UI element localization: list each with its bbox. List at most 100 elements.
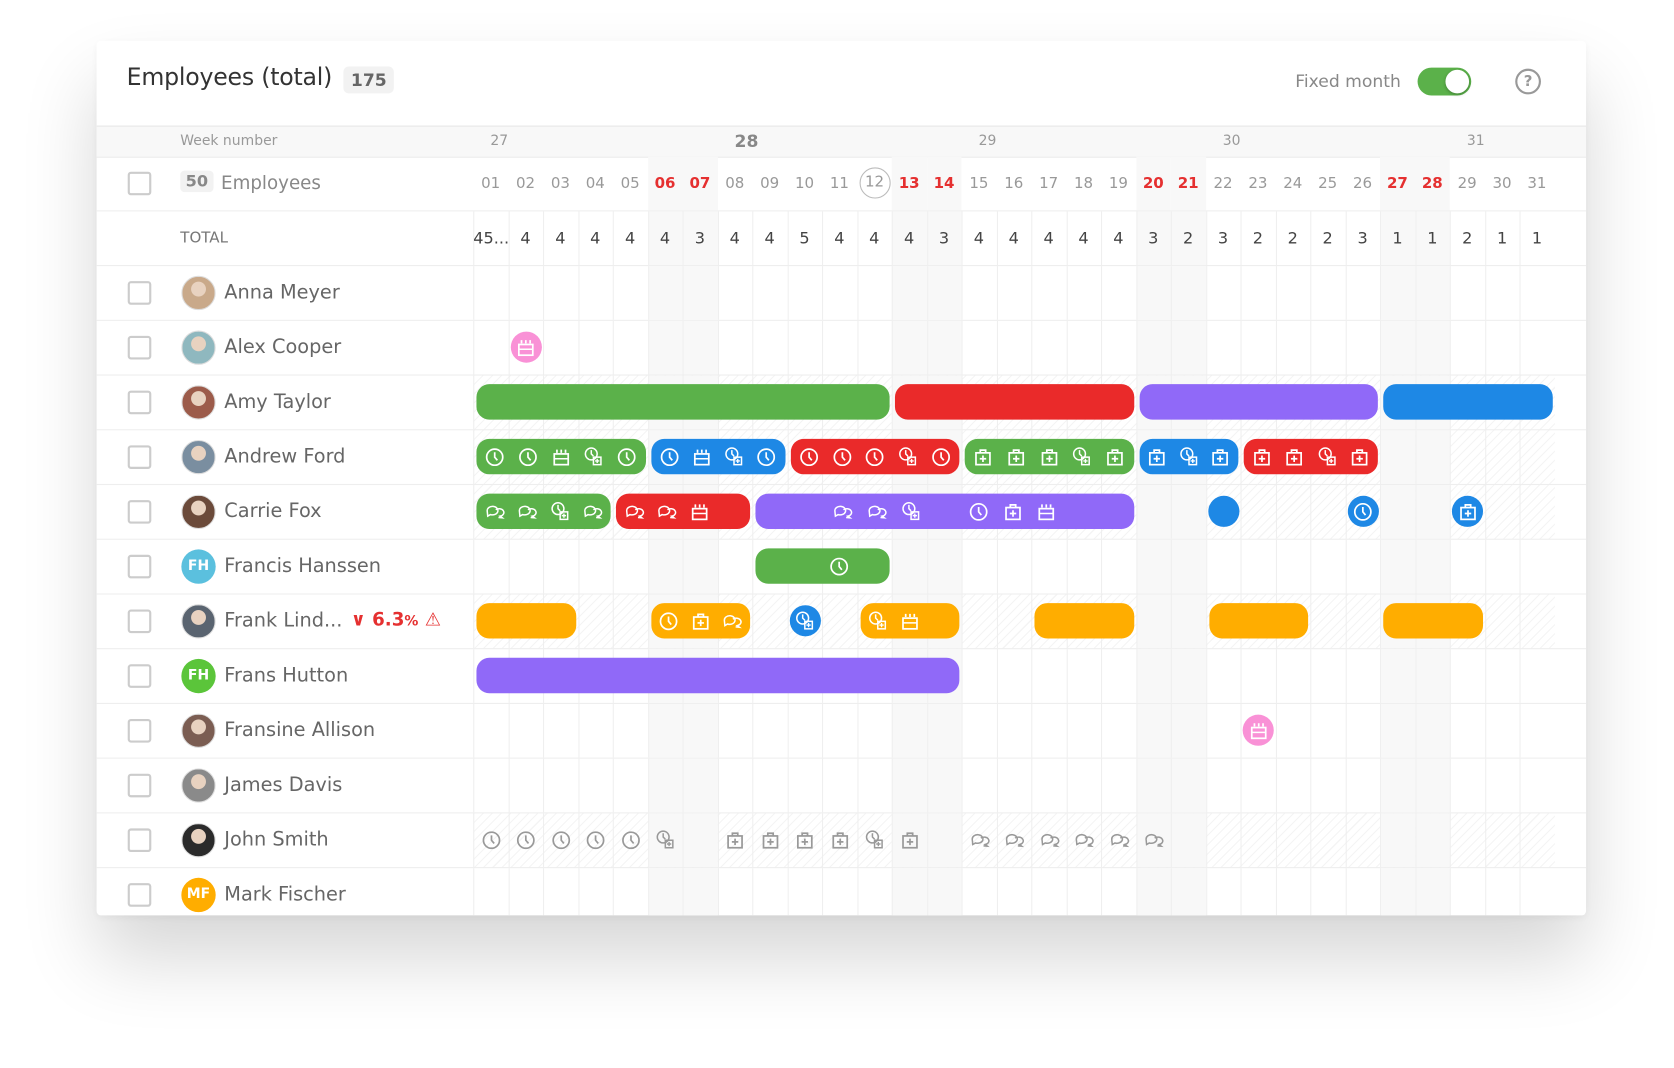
planned-marker[interactable] <box>1138 824 1169 855</box>
employee-name[interactable]: Fransine Allison <box>224 719 375 742</box>
fixed-month-toggle[interactable] <box>1417 67 1472 96</box>
day-number[interactable]: 09 <box>752 175 787 192</box>
day-number[interactable]: 22 <box>1206 175 1241 192</box>
employee-checkbox[interactable] <box>127 335 152 360</box>
absence-bar-green[interactable] <box>476 493 611 530</box>
select-all-checkbox[interactable] <box>127 171 152 196</box>
employee-name[interactable]: Frank Lind... <box>224 610 342 633</box>
absence-dot-blue[interactable] <box>1347 495 1379 527</box>
absence-bar-orange[interactable] <box>1034 603 1134 639</box>
planned-marker[interactable] <box>824 824 855 855</box>
absence-bar-red[interactable] <box>1243 438 1378 475</box>
employee-name[interactable]: Mark Fischer <box>224 883 346 906</box>
day-number[interactable]: 15 <box>961 175 996 192</box>
employee-checkbox[interactable] <box>127 828 152 853</box>
absence-bar-purple[interactable] <box>1139 384 1378 420</box>
planned-marker[interactable] <box>789 824 820 855</box>
absence-bar-green[interactable] <box>476 384 890 420</box>
employee-checkbox[interactable] <box>127 390 152 415</box>
planned-marker[interactable] <box>1103 824 1134 855</box>
day-number[interactable]: 04 <box>578 175 613 192</box>
day-number[interactable]: 27 <box>1380 175 1415 192</box>
employee-checkbox[interactable] <box>127 773 152 798</box>
employee-name[interactable]: Amy Taylor <box>224 391 331 414</box>
day-number[interactable]: 10 <box>787 175 822 192</box>
absence-bar-orange[interactable] <box>476 603 576 639</box>
absence-dot-pink[interactable] <box>510 331 542 363</box>
employee-name[interactable]: Francis Hanssen <box>224 555 381 578</box>
absence-bar-blue[interactable] <box>1383 384 1553 420</box>
employee-name[interactable]: Andrew Ford <box>224 445 345 468</box>
absence-dot-blue[interactable] <box>1451 495 1484 527</box>
absence-bar-orange[interactable] <box>1208 603 1309 639</box>
absence-bar-green[interactable] <box>476 438 646 475</box>
planned-marker[interactable] <box>894 824 925 855</box>
planned-marker[interactable] <box>475 824 506 855</box>
planned-marker[interactable] <box>1068 824 1099 855</box>
day-number[interactable]: 29 <box>1450 175 1485 192</box>
day-number[interactable]: 16 <box>996 175 1031 192</box>
planned-marker[interactable] <box>964 824 995 855</box>
day-number[interactable]: 01 <box>473 175 508 192</box>
absence-bar-red[interactable] <box>790 438 960 475</box>
absence-bar-blue[interactable] <box>1139 438 1239 475</box>
absence-dot-blue[interactable] <box>789 605 821 637</box>
day-number[interactable]: 18 <box>1066 175 1101 192</box>
day-number[interactable]: 21 <box>1171 175 1206 192</box>
absence-bar-orange[interactable] <box>860 603 960 639</box>
planned-marker[interactable] <box>580 824 611 855</box>
day-number[interactable]: 11 <box>822 175 857 192</box>
day-number[interactable]: 30 <box>1485 175 1520 192</box>
employee-name[interactable]: James Davis <box>224 774 342 797</box>
absence-bar-blue[interactable] <box>650 438 785 475</box>
absence-bar-red[interactable] <box>894 384 1134 420</box>
day-number[interactable]: 19 <box>1101 175 1136 192</box>
employee-checkbox[interactable] <box>127 883 152 907</box>
employee-checkbox[interactable] <box>127 609 152 634</box>
question-circle-icon[interactable]: ? <box>1515 68 1541 95</box>
employee-name[interactable]: Alex Cooper <box>224 336 341 359</box>
day-number[interactable]: 20 <box>1136 175 1171 192</box>
day-number[interactable]: 17 <box>1031 175 1066 192</box>
absence-dot-blue[interactable] <box>1207 495 1239 527</box>
day-number[interactable]: 08 <box>717 175 752 192</box>
day-number[interactable]: 28 <box>1415 175 1450 192</box>
planned-marker[interactable] <box>999 824 1030 855</box>
employee-checkbox[interactable] <box>127 445 152 469</box>
absence-bar-orange[interactable] <box>650 603 751 639</box>
planned-marker[interactable] <box>545 824 576 855</box>
day-number[interactable]: 26 <box>1345 175 1380 192</box>
planned-marker[interactable] <box>1033 824 1064 855</box>
employee-checkbox[interactable] <box>127 718 152 743</box>
planned-marker[interactable] <box>720 824 751 855</box>
today-marker[interactable]: 12 <box>859 167 891 199</box>
employee-checkbox[interactable] <box>127 281 152 305</box>
employee-checkbox[interactable] <box>127 664 152 688</box>
day-number[interactable]: 14 <box>927 175 962 192</box>
absence-bar-red[interactable] <box>615 493 751 530</box>
day-number[interactable]: 03 <box>543 175 578 192</box>
employee-checkbox[interactable] <box>127 554 152 579</box>
planned-marker[interactable] <box>754 824 785 855</box>
absence-dot-pink[interactable] <box>1242 714 1274 746</box>
absence-bar-green[interactable] <box>755 548 890 584</box>
employee-name[interactable]: Frans Hutton <box>224 664 348 687</box>
day-number[interactable]: 06 <box>648 175 683 192</box>
employee-name[interactable]: Carrie Fox <box>224 500 321 523</box>
day-number[interactable]: 24 <box>1275 175 1310 192</box>
day-number[interactable]: 05 <box>613 175 648 192</box>
planned-marker[interactable] <box>650 824 681 855</box>
employee-name[interactable]: Anna Meyer <box>224 281 339 304</box>
planned-marker[interactable] <box>615 824 646 855</box>
absence-bar-purple[interactable] <box>476 657 960 694</box>
planned-marker[interactable] <box>510 824 541 855</box>
day-number[interactable]: 31 <box>1520 175 1555 192</box>
day-number[interactable]: 23 <box>1241 175 1276 192</box>
absence-bar-purple[interactable] <box>755 493 1134 530</box>
absence-bar-orange[interactable] <box>1383 603 1483 639</box>
employee-checkbox[interactable] <box>127 500 152 524</box>
absence-bar-green[interactable] <box>964 438 1134 475</box>
day-number[interactable]: 25 <box>1310 175 1345 192</box>
day-number[interactable]: 13 <box>892 175 927 192</box>
employee-name[interactable]: John Smith <box>224 828 328 851</box>
